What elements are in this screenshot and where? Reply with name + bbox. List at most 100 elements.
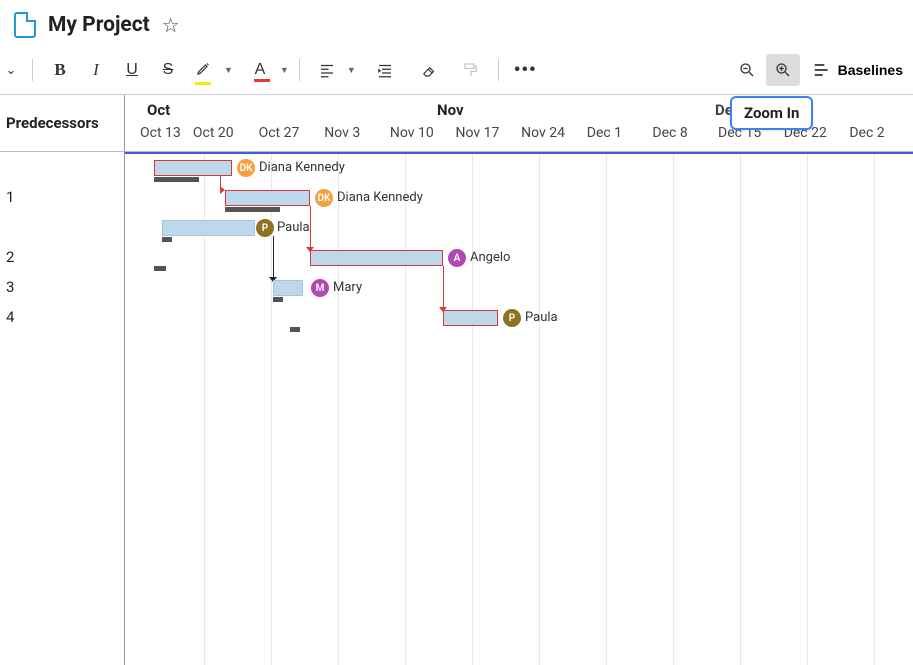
task-bar[interactable] — [162, 220, 255, 236]
assignee-label: Mary — [333, 280, 362, 295]
grid-column — [339, 152, 406, 665]
task-progress — [154, 177, 199, 182]
paint-format-button[interactable] — [454, 54, 488, 86]
italic-button[interactable]: I — [79, 54, 113, 86]
grid-column — [741, 152, 808, 665]
week-label: Nov 10 — [388, 125, 454, 141]
grid-column — [473, 152, 540, 665]
indent-button[interactable] — [368, 54, 402, 86]
star-icon[interactable]: ☆ — [162, 13, 180, 37]
underline-button[interactable]: U — [115, 54, 149, 86]
caret-icon: ▼ — [347, 65, 356, 76]
grid-column — [540, 152, 607, 665]
assignee-label: Paula — [277, 220, 310, 235]
week-label: Dec 1 — [585, 125, 651, 141]
avatar-mary[interactable]: M — [311, 279, 329, 297]
baselines-icon — [812, 60, 832, 80]
align-left-icon — [318, 61, 336, 79]
assignee-label: Angelo — [470, 250, 510, 265]
separator — [32, 59, 33, 81]
grid-column — [674, 152, 741, 665]
text-color-button[interactable]: A — [243, 54, 277, 86]
highlight-button[interactable] — [187, 54, 221, 86]
week-label: Oct 13 — [125, 125, 191, 141]
week-label: Nov 3 — [322, 125, 388, 141]
separator — [299, 59, 300, 81]
format-dropdown[interactable]: ⌄ — [0, 54, 22, 86]
caret-icon: ▼ — [224, 65, 233, 76]
bold-button[interactable]: B — [43, 54, 77, 86]
assignee-label: Diana Kennedy — [259, 160, 345, 175]
zoom-in-button[interactable] — [766, 54, 800, 86]
caret-icon: ▼ — [280, 65, 289, 76]
indent-icon — [376, 61, 394, 79]
app-root: My Project ☆ ⌄ B I U S ▼ A — [0, 0, 913, 665]
predecessor-cell[interactable]: 1 — [0, 182, 124, 212]
predecessor-cell[interactable]: 2 — [0, 242, 124, 272]
align-button[interactable] — [310, 54, 344, 86]
predecessor-cell[interactable]: 4 — [0, 302, 124, 332]
week-label: Dec 2 — [847, 125, 913, 141]
week-label: Dec 8 — [650, 125, 716, 141]
week-label: Oct 27 — [257, 125, 323, 141]
baselines-button[interactable]: Baselines — [802, 54, 913, 86]
avatar-angelo[interactable]: A — [448, 249, 466, 267]
avatar-dk[interactable]: DK — [237, 159, 255, 177]
today-line — [125, 152, 913, 154]
dependency-line — [443, 266, 444, 308]
eraser-icon — [420, 61, 438, 79]
grid-column — [875, 152, 913, 665]
task-progress — [154, 266, 166, 271]
dependency-line — [273, 236, 274, 278]
header: My Project ☆ — [0, 0, 913, 50]
document-icon — [14, 12, 36, 38]
align-group[interactable]: ▼ — [310, 54, 356, 86]
toolbar: ⌄ B I U S ▼ A ▼ — [0, 50, 913, 95]
grid-column — [808, 152, 875, 665]
highlight-icon — [195, 59, 213, 77]
predecessor-cell[interactable] — [0, 212, 124, 242]
date-header: Oct Nov Dec Oct 13Oct 20Oct 27Nov 3Nov 1… — [125, 95, 913, 151]
grid-column — [607, 152, 674, 665]
task-progress — [290, 327, 300, 332]
zoom-tooltip: Zoom In — [730, 96, 813, 130]
text-color-group[interactable]: A ▼ — [243, 54, 289, 86]
week-label: Nov 24 — [519, 125, 585, 141]
timeline-header: Predecessors Oct Nov Dec Oct 13Oct 20Oct… — [0, 95, 913, 152]
more-button[interactable]: ••• — [509, 54, 543, 86]
week-label: Nov 17 — [453, 125, 519, 141]
strikethrough-button[interactable]: S — [151, 54, 185, 86]
month-oct: Oct — [147, 101, 170, 119]
paint-roller-icon — [462, 61, 480, 79]
avatar-paula[interactable]: P — [503, 309, 521, 327]
predecessor-cell[interactable]: 3 — [0, 272, 124, 302]
avatar-paula[interactable]: P — [256, 219, 274, 237]
week-label: Oct 20 — [191, 125, 257, 141]
zoom-in-icon — [774, 61, 792, 79]
task-bar[interactable] — [225, 190, 310, 206]
gantt-chart[interactable]: DK Diana Kennedy DK Diana Kennedy P Paul… — [125, 152, 913, 665]
separator — [498, 59, 499, 81]
task-bar[interactable] — [443, 310, 498, 326]
dependency-line — [310, 206, 311, 248]
predecessors-column-header[interactable]: Predecessors — [0, 95, 125, 151]
zoom-out-icon — [738, 61, 756, 79]
month-nov: Nov — [437, 101, 464, 119]
task-bar[interactable] — [154, 160, 232, 176]
gantt-area: 1 234 DK Diana Kennedy DK Diana Kennedy P… — [0, 152, 913, 665]
task-bar[interactable] — [273, 280, 303, 296]
task-progress — [225, 207, 280, 212]
task-progress — [273, 297, 283, 302]
avatar-dk[interactable]: DK — [315, 189, 333, 207]
task-bar[interactable] — [310, 250, 443, 266]
predecessors-column: 1 234 — [0, 152, 125, 665]
assignee-label: Paula — [525, 310, 558, 325]
clear-format-button[interactable] — [412, 54, 446, 86]
zoom-out-button[interactable] — [730, 54, 764, 86]
task-progress — [162, 237, 172, 242]
highlight-group[interactable]: ▼ — [187, 54, 233, 86]
grid-column — [406, 152, 473, 665]
assignee-label: Diana Kennedy — [337, 190, 423, 205]
predecessor-cell[interactable] — [0, 152, 124, 182]
page-title: My Project — [48, 13, 150, 37]
